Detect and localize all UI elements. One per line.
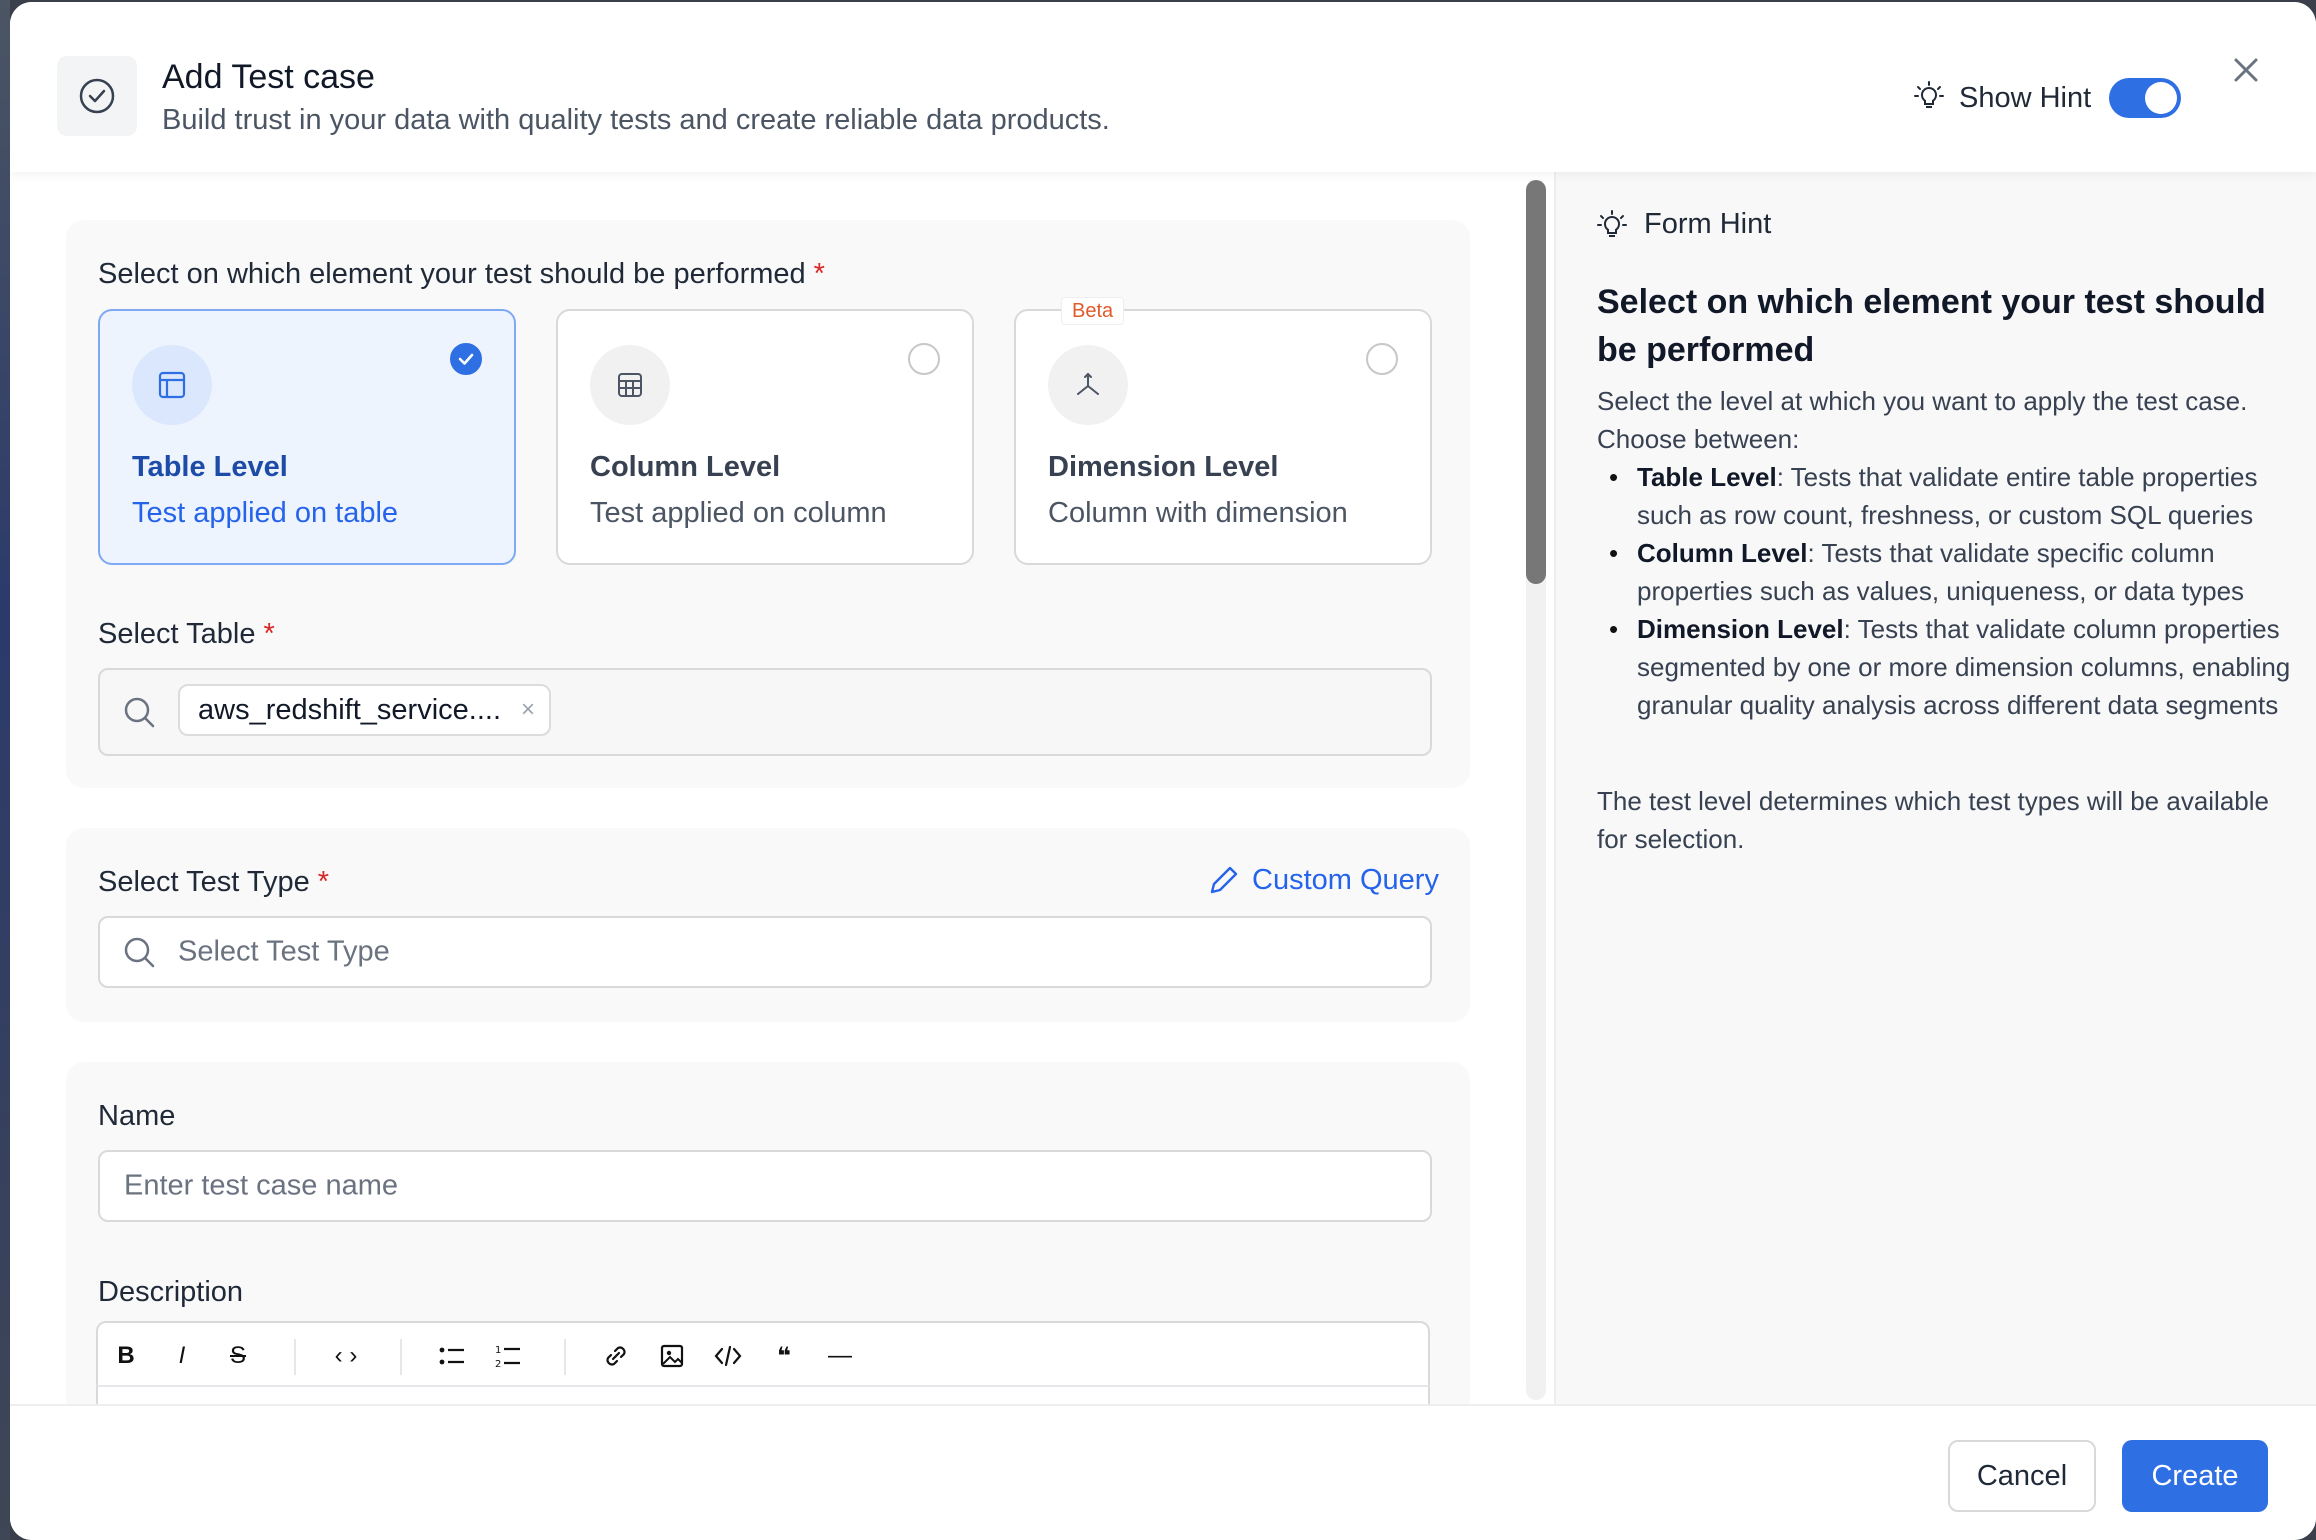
modal-header: Add Test case Build trust in your data w… — [10, 2, 2316, 172]
bold-button[interactable]: B — [106, 1336, 146, 1376]
toolbar-divider — [564, 1339, 566, 1375]
lightbulb-icon — [1597, 209, 1627, 237]
column-level-card[interactable]: Column Level Test applied on column — [556, 309, 974, 565]
dimension-icon — [1048, 345, 1128, 425]
card-title: Table Level — [132, 451, 288, 483]
close-icon[interactable] — [2228, 52, 2264, 88]
modal-title: Add Test case — [162, 58, 375, 96]
numbered-list-icon[interactable]: 12 — [488, 1336, 528, 1376]
hint-outro: The test level determines which test typ… — [1597, 786, 2269, 854]
show-hint-label: Show Hint — [1959, 81, 2092, 114]
test-level-label: Select on which element your test should… — [98, 258, 825, 290]
table-level-card[interactable]: Table Level Test applied on table — [98, 309, 516, 565]
select-table-label: Select Table * — [98, 618, 275, 650]
image-icon[interactable] — [652, 1336, 692, 1376]
hint-list-item: Dimension Level: Tests that validate col… — [1597, 610, 2297, 724]
select-test-type-input[interactable]: Select Test Type — [98, 916, 1432, 988]
create-button[interactable]: Create — [2122, 1440, 2268, 1512]
description-editor[interactable] — [96, 1385, 1430, 1405]
toggle-knob — [2145, 82, 2178, 114]
check-circle-icon — [57, 56, 137, 136]
name-input[interactable]: Enter test case name — [98, 1150, 1432, 1222]
show-hint-control: Show Hint — [1913, 76, 2182, 120]
card-description: Test applied on table — [132, 497, 399, 529]
table-layout-icon — [132, 345, 212, 425]
blockquote-button[interactable]: ❝ — [764, 1336, 804, 1376]
pencil-icon — [1210, 866, 1238, 894]
hint-list-item: Table Level: Tests that validate entire … — [1597, 458, 2297, 534]
hint-intro: Select the level at which you want to ap… — [1597, 386, 2248, 454]
grid-icon — [590, 345, 670, 425]
link-icon[interactable] — [596, 1336, 636, 1376]
strikethrough-button[interactable]: S — [218, 1336, 258, 1376]
radio-unchecked[interactable] — [1366, 343, 1398, 375]
hint-title: Select on which element your test should… — [1597, 283, 2266, 369]
modal-subtitle: Build trust in your data with quality te… — [162, 104, 1110, 136]
cancel-button[interactable]: Cancel — [1948, 1440, 2096, 1512]
card-description: Column with dimension — [1048, 497, 1348, 529]
test-type-placeholder: Select Test Type — [178, 935, 390, 968]
custom-query-link[interactable]: Custom Query — [1206, 862, 1439, 898]
card-title: Column Level — [590, 451, 781, 483]
hint-level-list: Table Level: Tests that validate entire … — [1597, 458, 2297, 724]
svg-text:1: 1 — [495, 1345, 501, 1356]
card-title: Dimension Level — [1048, 451, 1279, 483]
hint-list-item: Column Level: Tests that validate specif… — [1597, 534, 2297, 610]
card-description: Test applied on column — [590, 497, 887, 529]
italic-button[interactable]: I — [162, 1336, 202, 1376]
code-block-icon[interactable] — [708, 1336, 748, 1376]
modal-footer: Cancel Create — [10, 1404, 2316, 1540]
radio-checked[interactable] — [450, 343, 482, 375]
name-label: Name — [98, 1100, 176, 1132]
description-label: Description — [98, 1276, 244, 1308]
horizontal-rule-button[interactable]: — — [820, 1336, 860, 1376]
chip-remove-icon[interactable]: × — [521, 686, 535, 734]
editor-toolbar: B I S ‹ › 12 ❝ — — [96, 1321, 1430, 1387]
toolbar-divider — [400, 1339, 402, 1375]
show-hint-toggle[interactable] — [2109, 78, 2182, 118]
lightbulb-icon — [1913, 80, 1945, 117]
search-icon — [124, 937, 155, 968]
page-backdrop — [0, 0, 10, 1540]
bullet-list-icon[interactable] — [432, 1336, 472, 1376]
name-placeholder: Enter test case name — [124, 1169, 399, 1202]
select-test-type-label: Select Test Type * — [98, 866, 330, 898]
select-table-input[interactable]: aws_redshift_service.... × — [98, 668, 1432, 756]
selected-table-chip: aws_redshift_service.... × — [178, 684, 552, 736]
toolbar-divider — [294, 1339, 296, 1375]
form-scrollbar-thumb[interactable] — [1526, 180, 1546, 584]
chip-label: aws_redshift_service.... — [198, 694, 502, 726]
search-icon — [124, 697, 155, 728]
beta-badge: Beta — [1061, 297, 1125, 325]
svg-text:2: 2 — [495, 1359, 501, 1370]
inline-code-button[interactable]: ‹ › — [326, 1336, 366, 1376]
add-test-case-modal: Add Test case Build trust in your data w… — [10, 2, 2316, 1540]
radio-unchecked[interactable] — [908, 343, 940, 375]
dimension-level-card[interactable]: Beta Dimension Level Column with dimensi… — [1014, 297, 1432, 565]
form-hint-heading: Form Hint — [1596, 208, 1771, 241]
